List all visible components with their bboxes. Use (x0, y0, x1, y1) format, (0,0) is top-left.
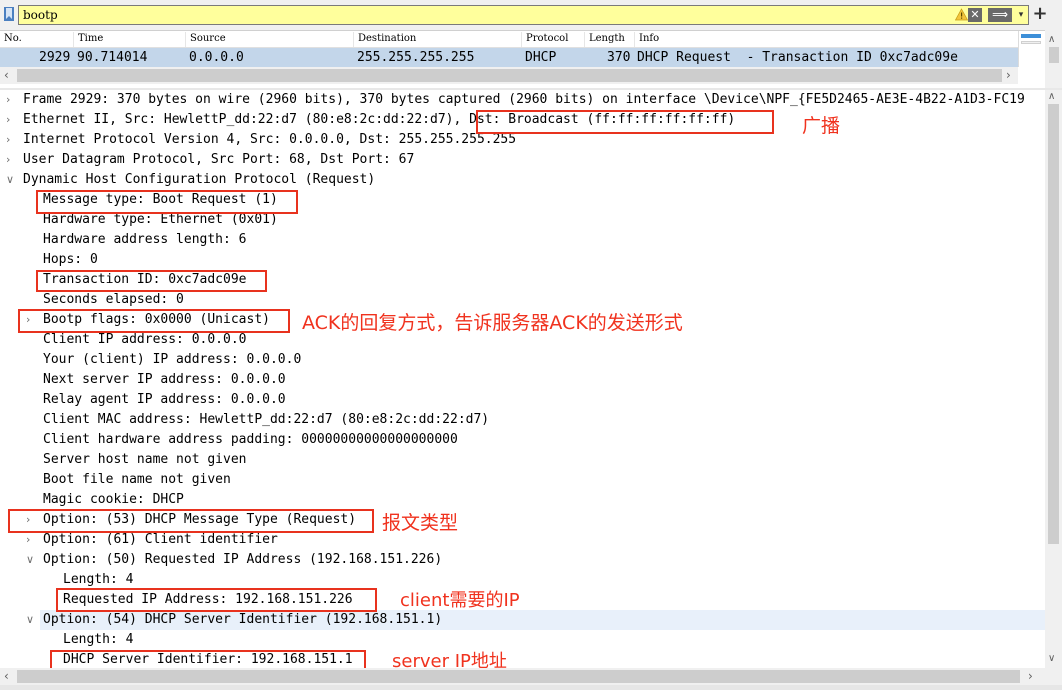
column-header-protocol[interactable]: Protocol (521, 32, 584, 47)
tree-item[interactable]: Option: (61) Client identifier (43, 530, 278, 550)
collapse-icon[interactable]: ∨ (26, 610, 34, 630)
annotation-box-requested-ip (56, 588, 377, 612)
annotation-box-dst-broadcast (476, 110, 774, 134)
scroll-up-icon[interactable]: ∧ (1048, 88, 1055, 105)
tree-item[interactable]: Next server IP address: 0.0.0.0 (43, 370, 286, 390)
packet-list-header: No. Time Source Destination Protocol Len… (0, 31, 1018, 48)
cell-destination: 255.255.255.255 (357, 50, 475, 65)
packet-list-horizontal-scrollbar[interactable]: ‹ › (0, 67, 1018, 84)
cell-length: 370 (607, 50, 631, 65)
cell-info: DHCP Request - Transaction ID 0xc7adc09e (637, 50, 958, 65)
annotation-label-client-ip: client需要的IP (400, 590, 520, 611)
tree-item[interactable]: Internet Protocol Version 4, Src: 0.0.0.… (23, 130, 516, 150)
tree-item[interactable]: Your (client) IP address: 0.0.0.0 (43, 350, 301, 370)
annotation-box-message-type (36, 190, 298, 214)
tree-item[interactable]: Relay agent IP address: 0.0.0.0 (43, 390, 286, 410)
scroll-position-marker (1021, 34, 1041, 38)
apply-filter-button[interactable]: ⟹ (988, 8, 1012, 22)
scroll-thumb[interactable] (1021, 41, 1041, 44)
status-bar (0, 685, 1062, 690)
expand-icon[interactable]: › (6, 130, 10, 150)
expand-icon[interactable]: › (6, 110, 10, 130)
annotation-label-server-ip: server IP地址 (392, 651, 507, 668)
cell-source: 0.0.0.0 (189, 50, 244, 65)
tree-item[interactable]: Client MAC address: HewlettP_dd:22:d7 (8… (43, 410, 489, 430)
scroll-thumb[interactable] (1048, 104, 1059, 544)
column-header-no[interactable]: No. (0, 32, 73, 47)
expand-icon[interactable]: › (6, 150, 10, 170)
scroll-left-icon[interactable]: ‹ (4, 67, 9, 84)
annotation-box-server-identifier (50, 650, 366, 668)
collapse-icon[interactable]: ∨ (6, 170, 14, 190)
scroll-left-icon[interactable]: ‹ (4, 668, 9, 685)
scroll-right-icon[interactable]: › (1028, 668, 1033, 685)
tree-item[interactable]: Hops: 0 (43, 250, 98, 270)
expand-icon[interactable]: › (26, 530, 30, 550)
tree-item[interactable]: Hardware address length: 6 (43, 230, 247, 250)
annotation-box-message-type-option (8, 509, 374, 533)
scroll-right-icon[interactable]: › (1006, 67, 1011, 84)
cell-time: 90.714014 (77, 50, 148, 65)
clear-filter-button[interactable]: ✕ (968, 8, 982, 22)
column-header-info[interactable]: Info (634, 32, 1018, 47)
display-filter-toolbar: ✕ ⟹ ▾ + (0, 0, 1062, 30)
annotation-label-message-type: 报文类型 (382, 512, 459, 534)
annotation-label-ack-mode: ACK的回复方式，告诉服务器ACK的发送形式 (302, 312, 683, 334)
column-header-destination[interactable]: Destination (353, 32, 521, 47)
annotation-label-broadcast: 广播 (802, 115, 841, 137)
packet-details-pane: › Frame 2929: 370 bytes on wire (2960 bit… (0, 90, 1045, 668)
scrollbar-corner (1045, 668, 1062, 685)
scroll-thumb[interactable] (17, 670, 1020, 683)
column-header-length[interactable]: Length (584, 32, 634, 47)
filter-history-dropdown[interactable]: ▾ (1015, 8, 1027, 22)
details-vertical-scrollbar[interactable]: ∧ ∨ (1045, 90, 1062, 668)
scroll-thumb[interactable] (1049, 47, 1059, 63)
details-horizontal-scrollbar[interactable]: ‹ › (0, 668, 1045, 685)
add-filter-button[interactable]: + (1031, 4, 1049, 24)
tree-item[interactable]: Length: 4 (63, 570, 133, 590)
tree-item[interactable]: Length: 4 (63, 630, 133, 650)
table-row[interactable]: 2929 90.714014 0.0.0.0 255.255.255.255 D… (0, 48, 1018, 67)
bookmark-icon[interactable] (3, 6, 17, 22)
tree-item[interactable]: Boot file name not given (43, 470, 231, 490)
display-filter-input[interactable] (18, 5, 1029, 25)
tree-item[interactable]: Client hardware address padding: 0000000… (43, 430, 458, 450)
expand-icon[interactable]: › (6, 90, 10, 110)
cell-protocol: DHCP (525, 50, 557, 65)
tree-item[interactable]: Server host name not given (43, 450, 247, 470)
tree-item[interactable]: Seconds elapsed: 0 (43, 290, 184, 310)
packet-list-vertical-scrollbar[interactable] (1018, 31, 1044, 67)
tree-item[interactable]: Magic cookie: DHCP (43, 490, 184, 510)
scroll-thumb[interactable] (17, 69, 1002, 82)
annotation-box-bootp-flags (18, 309, 290, 333)
cell-no: 2929 (39, 50, 71, 65)
packet-list-pane: No. Time Source Destination Protocol Len… (0, 30, 1062, 88)
warning-icon (955, 8, 968, 21)
scroll-up-icon[interactable]: ∧ (1048, 34, 1055, 46)
tree-item[interactable]: Option: (50) Requested IP Address (192.1… (43, 550, 442, 570)
collapse-icon[interactable]: ∨ (26, 550, 34, 570)
tree-item[interactable]: Client IP address: 0.0.0.0 (43, 330, 247, 350)
column-header-time[interactable]: Time (73, 32, 185, 47)
tree-item[interactable]: Dynamic Host Configuration Protocol (Req… (23, 170, 375, 190)
tree-item[interactable]: User Datagram Protocol, Src Port: 68, Ds… (23, 150, 414, 170)
annotation-box-transaction-id (36, 270, 267, 292)
scroll-down-icon[interactable]: ∨ (1048, 650, 1055, 667)
tree-item[interactable]: Option: (54) DHCP Server Identifier (192… (43, 610, 442, 630)
tree-item[interactable]: Frame 2929: 370 bytes on wire (2960 bits… (23, 90, 1025, 110)
column-header-source[interactable]: Source (185, 32, 353, 47)
